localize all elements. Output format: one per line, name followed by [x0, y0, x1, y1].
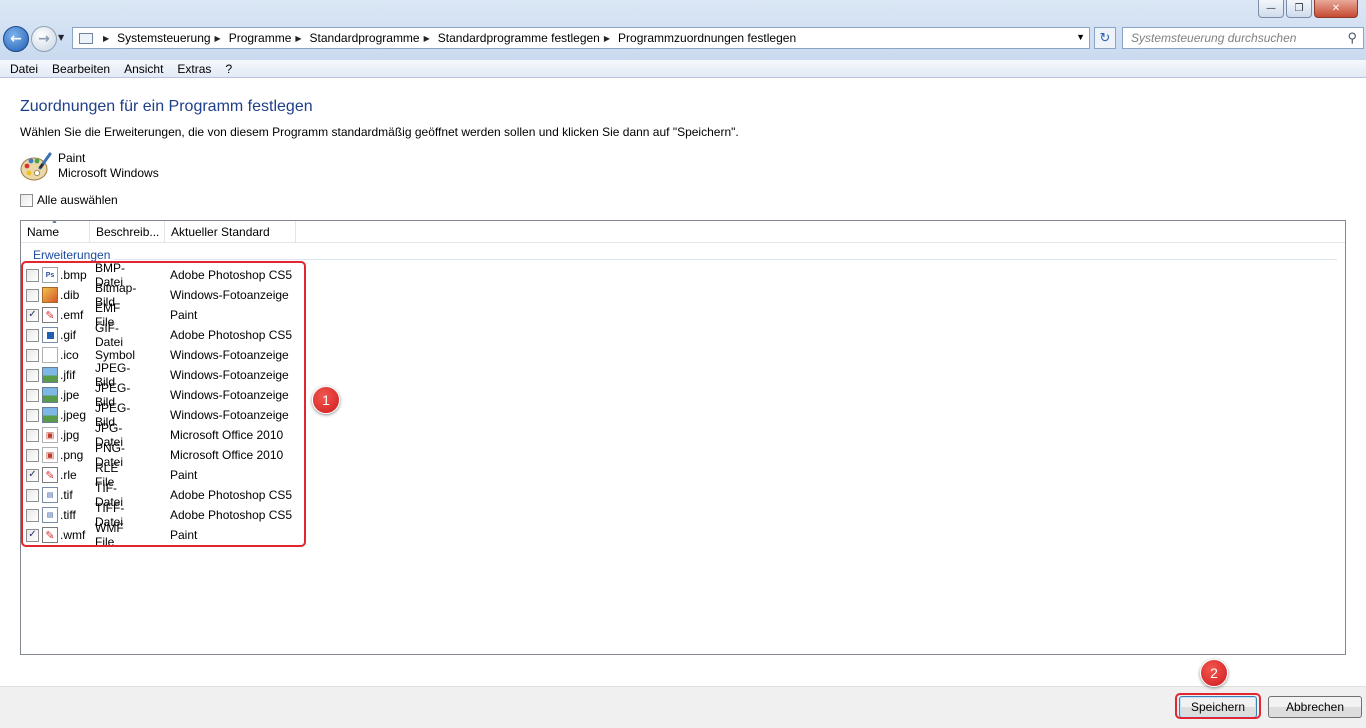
arrow-left-icon: ← — [10, 31, 22, 47]
select-all-label[interactable]: Alle auswählen — [37, 193, 118, 207]
chevron-right-icon[interactable]: ▶ — [295, 34, 301, 43]
group-divider — [114, 258, 1337, 260]
refresh-icon: ↻ — [1099, 30, 1111, 46]
column-label: Beschreib... — [96, 225, 160, 239]
breadcrumb-item[interactable]: Programmzuordnungen festlegen — [618, 31, 796, 45]
sort-up-icon: ▲ — [51, 221, 58, 225]
chevron-right-icon[interactable]: ▶ — [215, 34, 221, 43]
address-bar[interactable]: ▶ Systemsteuerung ▶ Programme ▶ Standard… — [72, 27, 1090, 49]
group-label: Erweiterungen — [33, 248, 111, 262]
back-button[interactable]: ← — [3, 26, 29, 52]
menu-bar: Datei Bearbeiten Ansicht Extras ? — [0, 60, 1366, 78]
chevron-right-icon[interactable]: ▶ — [103, 34, 109, 43]
annotation-badge-2: 2 — [1200, 659, 1228, 687]
arrow-right-icon: → — [38, 31, 50, 47]
breadcrumb-item[interactable]: Systemsteuerung — [117, 31, 210, 45]
program-vendor: Microsoft Windows — [58, 166, 159, 180]
select-all[interactable]: Alle auswählen — [20, 193, 118, 207]
annotation-badge-1: 1 — [312, 386, 340, 414]
program-name: Paint — [58, 151, 86, 165]
column-header-name[interactable]: ▲ Name — [21, 221, 90, 242]
breadcrumb: ▶ Systemsteuerung ▶ Programme ▶ Standard… — [99, 31, 796, 45]
cancel-button[interactable]: Abbrechen — [1268, 696, 1362, 718]
column-label: Name — [27, 225, 60, 239]
menu-help[interactable]: ? — [218, 62, 239, 76]
search-input[interactable]: Systemsteuerung durchsuchen ⚲ — [1122, 27, 1364, 49]
chevron-right-icon[interactable]: ▶ — [604, 34, 610, 43]
search-icon[interactable]: ⚲ — [1347, 30, 1357, 46]
search-placeholder: Systemsteuerung durchsuchen — [1131, 31, 1297, 45]
forward-button[interactable]: → — [31, 26, 57, 52]
page-title: Zuordnungen für ein Programm festlegen — [20, 98, 313, 115]
select-all-checkbox[interactable] — [20, 193, 33, 207]
title-bar: — ❐ ✕ ← → ▼ ▶ Systemsteuerung ▶ Programm… — [0, 0, 1366, 60]
column-header-description[interactable]: Beschreib... — [90, 221, 165, 242]
page-description: Wählen Sie die Erweiterungen, die von di… — [20, 125, 739, 139]
breadcrumb-item[interactable]: Standardprogramme — [310, 31, 420, 45]
refresh-button[interactable]: ↻ — [1094, 27, 1116, 49]
highlight-box-save — [1175, 693, 1261, 719]
menu-extras[interactable]: Extras — [170, 62, 218, 76]
column-header-current-default[interactable]: Aktueller Standard — [165, 221, 296, 242]
maximize-button[interactable]: ❐ — [1286, 0, 1312, 18]
column-label: Aktueller Standard — [171, 225, 270, 239]
menu-bearbeiten[interactable]: Bearbeiten — [45, 62, 117, 76]
footer-bar — [0, 686, 1366, 728]
menu-ansicht[interactable]: Ansicht — [117, 62, 170, 76]
chevron-right-icon[interactable]: ▶ — [424, 34, 430, 43]
minimize-button[interactable]: — — [1258, 0, 1284, 18]
breadcrumb-item[interactable]: Standardprogramme festlegen — [438, 31, 600, 45]
control-panel-icon — [79, 32, 93, 44]
menu-datei[interactable]: Datei — [0, 62, 45, 76]
window-controls: — ❐ ✕ — [1258, 0, 1358, 18]
program-info: Paint Microsoft Windows — [20, 151, 159, 182]
paint-palette-icon — [20, 152, 52, 182]
highlight-box-extensions — [21, 261, 306, 547]
group-header: Erweiterungen — [33, 248, 1337, 262]
list-header: ▲ Name Beschreib... Aktueller Standard — [21, 221, 1345, 243]
address-dropdown-icon[interactable]: ▼ — [1076, 32, 1085, 42]
breadcrumb-item[interactable]: Programme — [229, 31, 292, 45]
history-dropdown-icon[interactable]: ▼ — [58, 33, 64, 42]
close-button[interactable]: ✕ — [1314, 0, 1358, 18]
